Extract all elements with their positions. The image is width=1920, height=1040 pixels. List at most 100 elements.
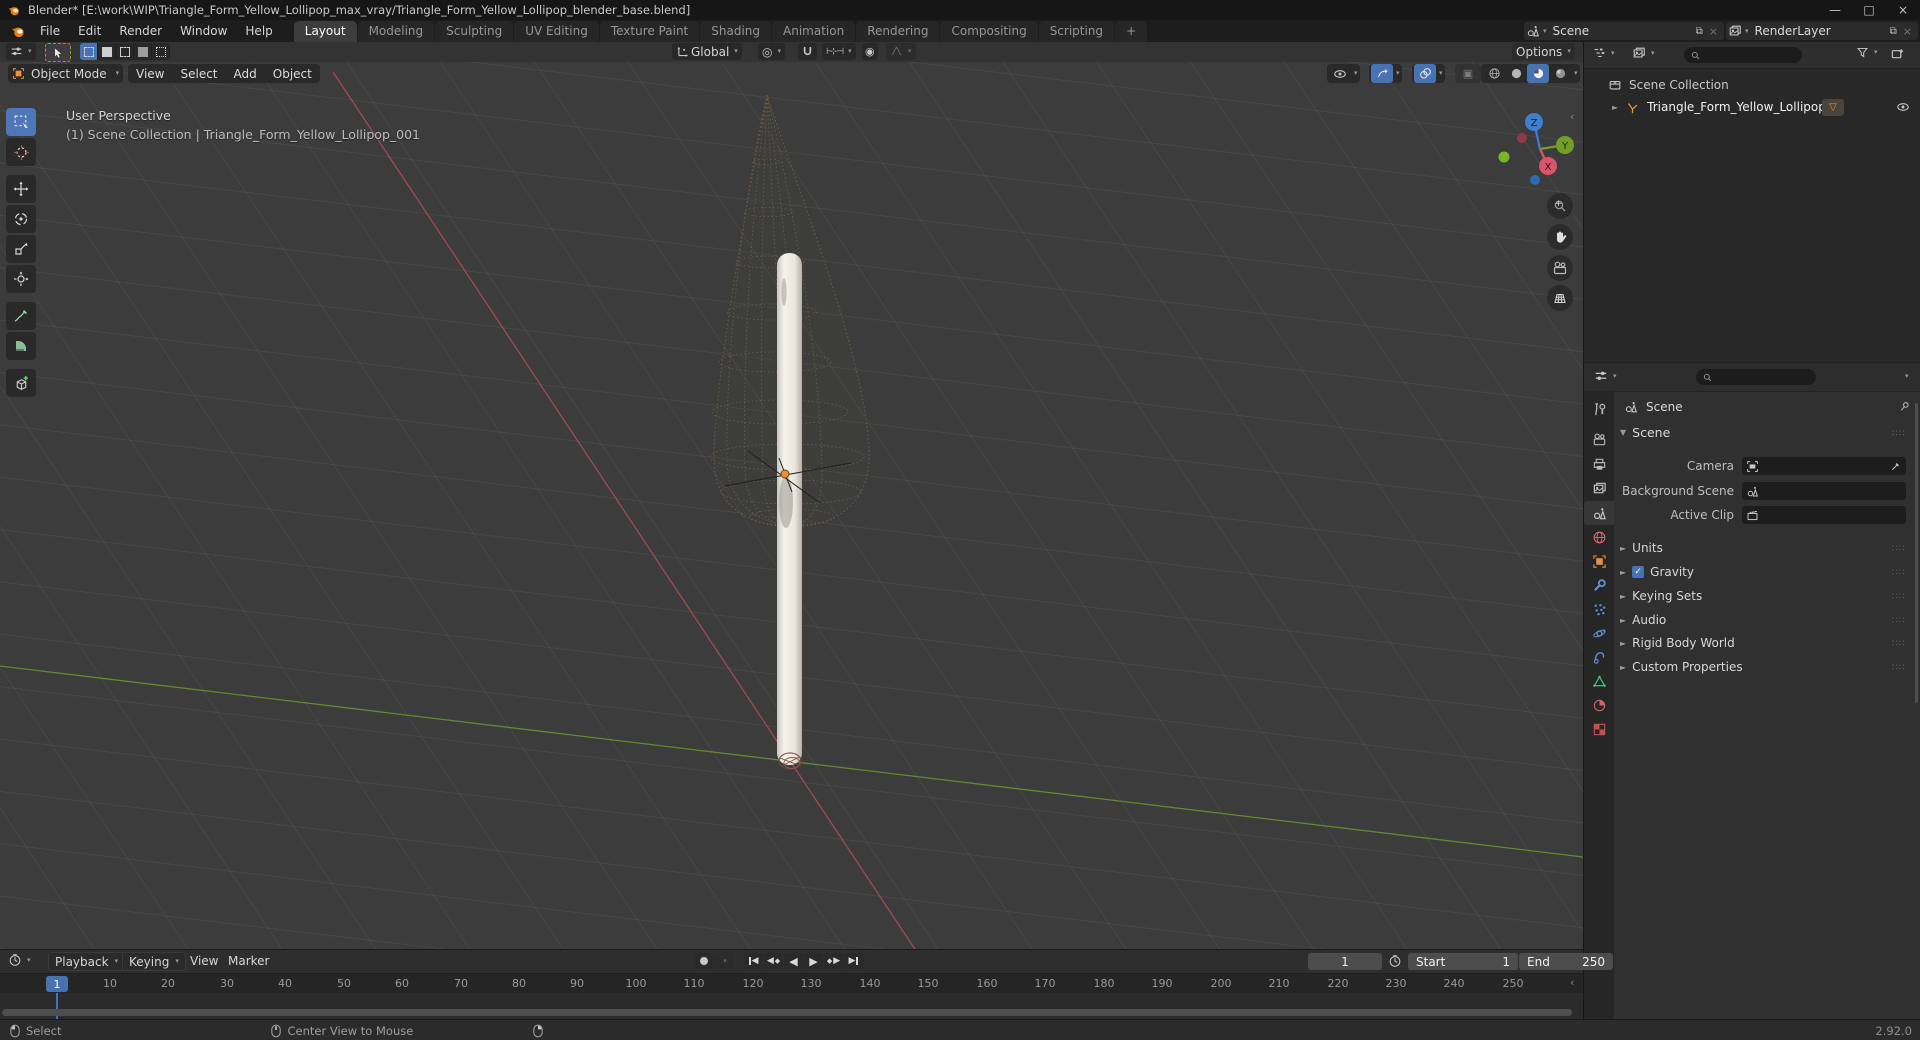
select-mode-extend[interactable] [98, 43, 116, 60]
gizmos-toggle[interactable]: ▾ [1369, 64, 1402, 83]
visibility-dropdown[interactable]: ▾ [1327, 64, 1360, 83]
duplicate-scene-icon[interactable]: ⧉ [1694, 26, 1705, 37]
timeline-menu-marker[interactable]: Marker [228, 954, 269, 968]
select-mode-invert[interactable] [134, 43, 152, 60]
tab-object-data[interactable] [1584, 669, 1614, 693]
tool-select-box[interactable] [6, 108, 36, 136]
menu-file[interactable]: File [31, 20, 69, 42]
menu-render[interactable]: Render [110, 20, 171, 42]
panel-drag-dots[interactable]: ∷∷ [1892, 663, 1905, 673]
maximize-button[interactable]: □ [1852, 0, 1886, 20]
jump-to-end-button[interactable]: ▶ [844, 953, 863, 969]
outliner-display-mode-dropdown[interactable]: ▾ [1592, 46, 1615, 60]
prev-keyframe-button[interactable]: ◀ ◆ [764, 953, 783, 969]
panel-drag-dots[interactable]: ∷∷ [1892, 544, 1905, 554]
proportional-editing-toggle[interactable]: ◉ [862, 43, 878, 60]
current-frame-field[interactable]: 1 [1308, 953, 1382, 970]
panel-drag-dots[interactable]: ∷∷ [1892, 592, 1905, 602]
expand-icon[interactable]: ► [1612, 103, 1618, 112]
timeline-collapse-arrow[interactable]: ‹ [1570, 976, 1574, 989]
tab-texture[interactable] [1584, 717, 1614, 741]
orthographic-toggle-button[interactable] [1547, 285, 1573, 311]
gravity-panel-header[interactable]: ► ✓ Gravity [1620, 565, 1694, 579]
viewport-menu-add[interactable]: Add [226, 67, 265, 81]
keying-sets-panel-header[interactable]: ► Keying Sets [1620, 589, 1702, 603]
tool-add-cube[interactable] [6, 369, 36, 397]
pin-icon[interactable] [1898, 400, 1911, 413]
scene-name[interactable]: Scene [1547, 24, 1694, 38]
select-mode-subtract[interactable] [116, 43, 134, 60]
overlays-toggle[interactable]: ▾ [1412, 64, 1445, 83]
menu-window[interactable]: Window [171, 20, 236, 42]
remove-layer-icon[interactable]: × [1899, 25, 1916, 38]
scene-selector[interactable]: ▾ Scene ⧉ × [1524, 22, 1724, 40]
select-mode-intersect[interactable] [152, 43, 170, 60]
blender-menu-icon[interactable] [10, 24, 25, 39]
active-tool-dropdown[interactable]: ▾ [6, 43, 36, 60]
viewport-menu-view[interactable]: View [128, 67, 172, 81]
sidebar-collapse-arrow[interactable]: ‹ [1570, 110, 1574, 123]
panel-drag-dots[interactable]: ∷∷ [1892, 616, 1905, 626]
shading-wireframe-button[interactable] [1483, 64, 1505, 83]
tool-rotate[interactable] [6, 205, 36, 233]
tab-constraints[interactable] [1584, 645, 1614, 669]
camera-view-button[interactable] [1547, 255, 1573, 281]
tab-physics[interactable] [1584, 621, 1614, 645]
outliner-row-object[interactable]: ► Triangle_Form_Yellow_Lollipop ▽ [1584, 96, 1920, 118]
tool-scale[interactable] [6, 235, 36, 263]
pivot-point-dropdown[interactable]: ◎ ▾ [758, 43, 785, 60]
outliner-filter-dropdown[interactable]: ▾ [1856, 46, 1878, 59]
properties-scrollbar[interactable] [1915, 403, 1918, 703]
tab-modeling[interactable]: Modeling [357, 21, 435, 42]
timeline-ruler[interactable]: 10 20 30 40 50 60 70 80 90 100 110 120 1… [0, 973, 1583, 994]
play-reverse-button[interactable]: ◀ [784, 953, 803, 969]
play-button[interactable]: ▶ [804, 953, 823, 969]
navigation-gizmo[interactable]: Z Y X [1490, 107, 1590, 207]
start-frame-field[interactable]: Start 1 [1408, 953, 1518, 970]
properties-options-dropdown[interactable]: ▾ [1905, 373, 1909, 380]
proportional-falloff-dropdown[interactable]: ▾ [886, 43, 916, 60]
tool-cursor[interactable] [6, 138, 36, 166]
rigid-body-panel-header[interactable]: ► Rigid Body World [1620, 636, 1735, 650]
options-dropdown[interactable]: Options ▾ [1512, 43, 1575, 60]
tab-animation[interactable]: Animation [772, 21, 856, 42]
shading-rendered-button[interactable] [1549, 64, 1571, 83]
auto-keyframe-toggle[interactable] [694, 953, 713, 969]
gravity-checkbox[interactable]: ✓ [1632, 566, 1645, 578]
panel-drag-dots[interactable]: ∷∷ [1892, 429, 1905, 439]
menu-help[interactable]: Help [236, 20, 281, 42]
close-button[interactable]: × [1886, 0, 1920, 20]
menu-edit[interactable]: Edit [69, 20, 110, 42]
outliner-filter-id-dropdown[interactable]: ▾ [1632, 46, 1655, 60]
tab-sculpting[interactable]: Sculpting [435, 21, 514, 42]
scene-panel-header[interactable]: ▼ Scene [1620, 425, 1670, 440]
shading-solid-button[interactable] [1505, 64, 1527, 83]
xray-toggle[interactable]: ▣ [1455, 64, 1481, 83]
tab-object[interactable] [1584, 549, 1614, 573]
audio-panel-header[interactable]: ► Audio [1620, 613, 1666, 627]
pan-button[interactable] [1547, 224, 1573, 250]
timeline-editor-type-dropdown[interactable]: ▾ [8, 953, 31, 967]
auto-key-options-dropdown[interactable]: ▾ [714, 953, 733, 969]
panel-drag-dots[interactable]: ∷∷ [1892, 639, 1905, 649]
render-layer-selector[interactable]: ▾ RenderLayer ⧉ × [1726, 22, 1918, 40]
shading-material-button[interactable] [1527, 64, 1549, 83]
select-mode-new[interactable] [80, 43, 98, 60]
snap-toggle[interactable] [798, 43, 817, 60]
viewport-menu-select[interactable]: Select [172, 67, 225, 81]
snap-target-dropdown[interactable]: ⊦⊹⊣ ▾ [822, 43, 856, 60]
timeline-menu-view[interactable]: View [190, 954, 218, 968]
next-keyframe-button[interactable]: ◆ ▶ [824, 953, 843, 969]
properties-editor-type-dropdown[interactable]: ▾ [1594, 369, 1617, 383]
tab-rendering[interactable]: Rendering [856, 21, 940, 42]
tab-material[interactable] [1584, 693, 1614, 717]
zoom-button[interactable]: + [1547, 193, 1573, 219]
use-preview-range-icon[interactable] [1388, 954, 1402, 968]
tab-texture-paint[interactable]: Texture Paint [599, 21, 700, 42]
properties-search-input[interactable] [1696, 369, 1816, 385]
panel-drag-dots[interactable]: ∷∷ [1892, 568, 1905, 578]
background-scene-field[interactable] [1742, 482, 1906, 500]
outliner-row-scene-collection[interactable]: Scene Collection [1584, 74, 1920, 96]
playhead-chip[interactable]: 1 [46, 976, 68, 992]
custom-properties-panel-header[interactable]: ► Custom Properties [1620, 660, 1743, 674]
